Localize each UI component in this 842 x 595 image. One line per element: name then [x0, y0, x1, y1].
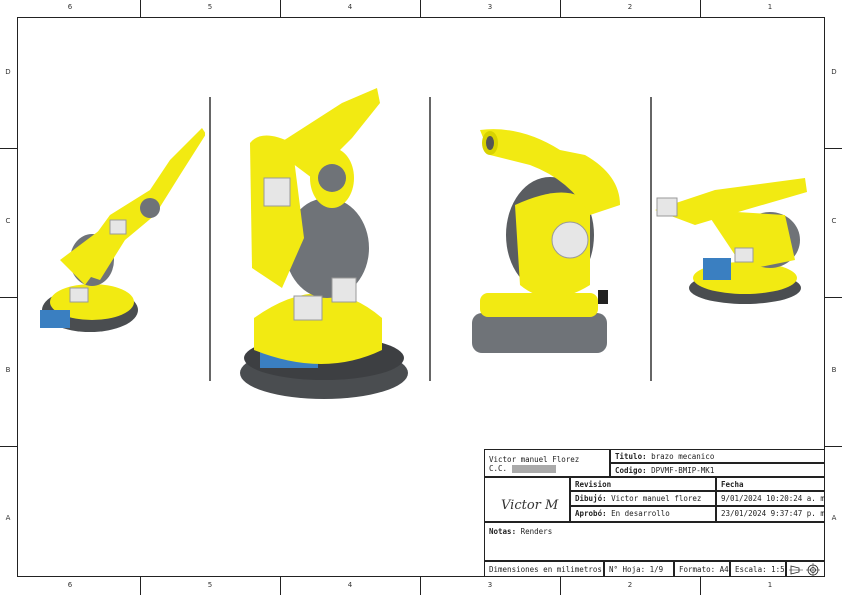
approved-label: Aprobó: [575, 509, 607, 518]
signature-cell: Victor M [484, 477, 570, 522]
drawn-label: Dibujó: [575, 494, 607, 503]
zone-col-top-2: 2 [627, 3, 633, 11]
zone-tick [0, 148, 17, 149]
zone-row-left-B: B [5, 366, 11, 374]
zone-row-right-A: A [831, 514, 837, 522]
notes-label: Notas: [489, 527, 517, 536]
zone-row-right-D: D [831, 68, 837, 76]
zone-tick [0, 446, 17, 447]
zone-col-top-5: 5 [207, 3, 213, 11]
zone-tick [560, 577, 561, 595]
robot-render-rear [655, 178, 807, 304]
view-divider [209, 97, 211, 381]
format-value: A4 [719, 565, 729, 574]
zone-row-left-C: C [5, 217, 11, 225]
view-divider [429, 97, 431, 381]
zone-tick [560, 0, 561, 17]
scale-value: 1:5 [771, 565, 785, 574]
author-id: C.C. [489, 464, 605, 473]
approved-date: 23/01/2024 9:37:47 p. m. [716, 506, 825, 522]
zone-col-top-4: 4 [347, 3, 353, 11]
zone-col-bottom-6: 6 [67, 581, 73, 589]
zone-col-bottom-3: 3 [487, 581, 493, 589]
projection-cell [786, 561, 825, 577]
svg-text:Victor M: Victor M [501, 498, 559, 513]
redacted-id [511, 465, 556, 473]
zone-tick [825, 297, 842, 298]
zone-tick [700, 577, 701, 595]
zone-tick [420, 0, 421, 17]
code-value: DPVMF-BMIP-MK1 [651, 466, 715, 475]
author-name: Victor manuel Florez [489, 455, 580, 464]
zone-tick [825, 446, 842, 447]
zone-tick [140, 577, 141, 595]
approved-value: En desarrollo [611, 509, 670, 518]
notes-value: Renders [520, 527, 553, 536]
code-cell: Codigo: DPVMF-BMIP-MK1 [610, 463, 825, 477]
sheet-value: 1/9 [649, 565, 664, 574]
units-cell: Dimensiones en milimetros [484, 561, 604, 577]
drawn-date: 9/01/2024 10:20:24 a. m. [716, 491, 825, 506]
scale-label: Escala: [735, 565, 767, 574]
date-header: Fecha [716, 477, 825, 491]
title-block: Victor manuel Florez C.C. Titulo: brazo … [484, 449, 825, 577]
zone-col-top-3: 3 [487, 3, 493, 11]
revision-header: Revision [570, 477, 716, 491]
title-label: Titulo: [615, 452, 647, 461]
zone-row-left-D: D [5, 68, 11, 76]
author-cell: Victor manuel Florez C.C. [484, 449, 610, 477]
zone-row-left-A: A [5, 514, 11, 522]
zone-tick [280, 0, 281, 17]
robot-render-front [240, 88, 408, 399]
scale-cell: Escala: 1:5 [730, 561, 786, 577]
zone-col-bottom-2: 2 [627, 581, 633, 589]
zone-row-right-C: C [831, 217, 837, 225]
projection-symbol-icon [789, 563, 820, 576]
zone-tick [825, 148, 842, 149]
title-cell: Titulo: brazo mecanico [610, 449, 825, 463]
notes-cell: Notas: Renders [484, 522, 825, 561]
zone-col-top-1: 1 [767, 3, 773, 11]
sheet-cell: N° Hoja: 1/9 [604, 561, 674, 577]
robot-render-iso-top [40, 128, 205, 332]
format-label: Formato: [679, 565, 716, 574]
signature: Victor M [501, 498, 559, 513]
zone-col-top-6: 6 [67, 3, 73, 11]
zone-row-right-B: B [831, 366, 837, 374]
drawn-cell: Dibujó: Victor manuel florez [570, 491, 716, 506]
zone-tick [420, 577, 421, 595]
zone-col-bottom-1: 1 [767, 581, 773, 589]
view-divider [650, 97, 652, 381]
zone-tick [700, 0, 701, 17]
code-label: Codigo: [615, 466, 647, 475]
format-cell: Formato: A4 [674, 561, 730, 577]
zone-tick [140, 0, 141, 17]
sheet-label: N° Hoja: [609, 565, 646, 574]
zone-tick [0, 297, 17, 298]
robot-render-side [472, 129, 620, 353]
title-value: brazo mecanico [651, 452, 715, 461]
zone-col-bottom-4: 4 [347, 581, 353, 589]
drawing-sheet: 6 5 4 3 2 1 6 5 4 3 2 1 D C B A D C B A [0, 0, 842, 595]
zone-tick [280, 577, 281, 595]
zone-col-bottom-5: 5 [207, 581, 213, 589]
drawn-value: Victor manuel florez [611, 494, 702, 503]
approved-cell: Aprobó: En desarrollo [570, 506, 716, 522]
